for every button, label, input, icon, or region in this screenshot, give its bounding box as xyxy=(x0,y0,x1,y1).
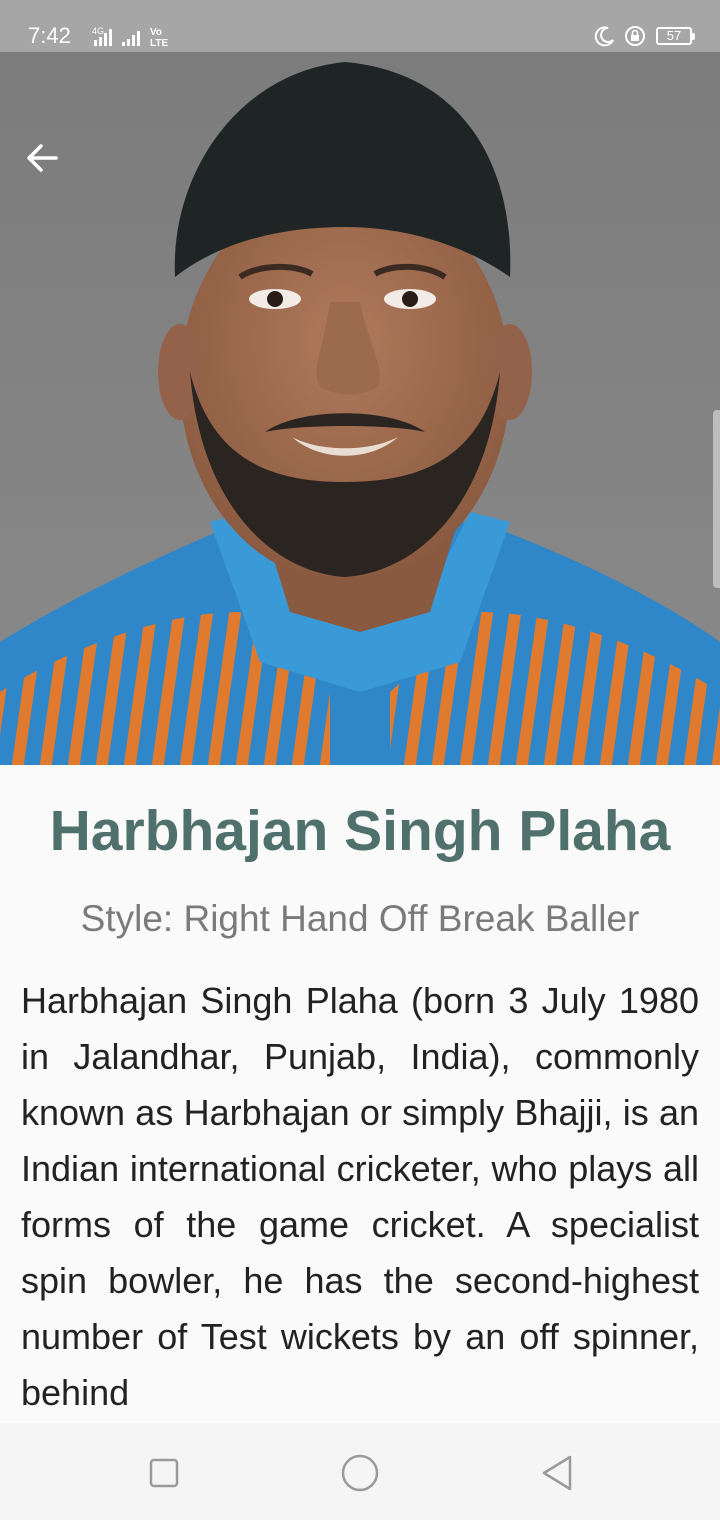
square-recents-icon xyxy=(149,1458,179,1488)
rotation-lock-icon xyxy=(625,26,645,46)
arrow-left-icon xyxy=(27,144,58,172)
moon-icon xyxy=(594,26,614,47)
battery-icon: 57 xyxy=(656,27,695,45)
svg-text:LTE: LTE xyxy=(150,38,168,48)
system-back-button[interactable] xyxy=(534,1451,578,1495)
scrollbar[interactable] xyxy=(713,410,720,588)
system-nav-bar xyxy=(0,1423,720,1520)
status-bar: 7:42 4G Vo LTE 57 xyxy=(0,0,720,52)
player-details: Harbhajan Singh Plaha Style: Right Hand … xyxy=(0,765,720,1423)
recents-button[interactable] xyxy=(142,1451,186,1495)
network-label: 4G xyxy=(92,26,104,36)
player-style: Style: Right Hand Off Break Baller xyxy=(80,898,640,939)
circle-home-icon xyxy=(341,1454,379,1492)
status-right-icons: 57 xyxy=(586,24,695,48)
back-button[interactable] xyxy=(18,134,66,182)
status-time: 7:42 xyxy=(28,23,71,48)
player-name: Harbhajan Singh Plaha xyxy=(49,799,671,863)
player-photo xyxy=(0,52,720,765)
home-button[interactable] xyxy=(338,1451,382,1495)
signal-icon: 4G Vo LTE xyxy=(92,26,168,48)
triangle-back-icon xyxy=(542,1455,572,1491)
player-bio: Harbhajan Singh Plaha (born 3 July 1980 … xyxy=(21,980,699,1413)
battery-level: 57 xyxy=(666,28,682,43)
player-portrait xyxy=(0,52,720,765)
svg-text:Vo: Vo xyxy=(150,27,162,38)
